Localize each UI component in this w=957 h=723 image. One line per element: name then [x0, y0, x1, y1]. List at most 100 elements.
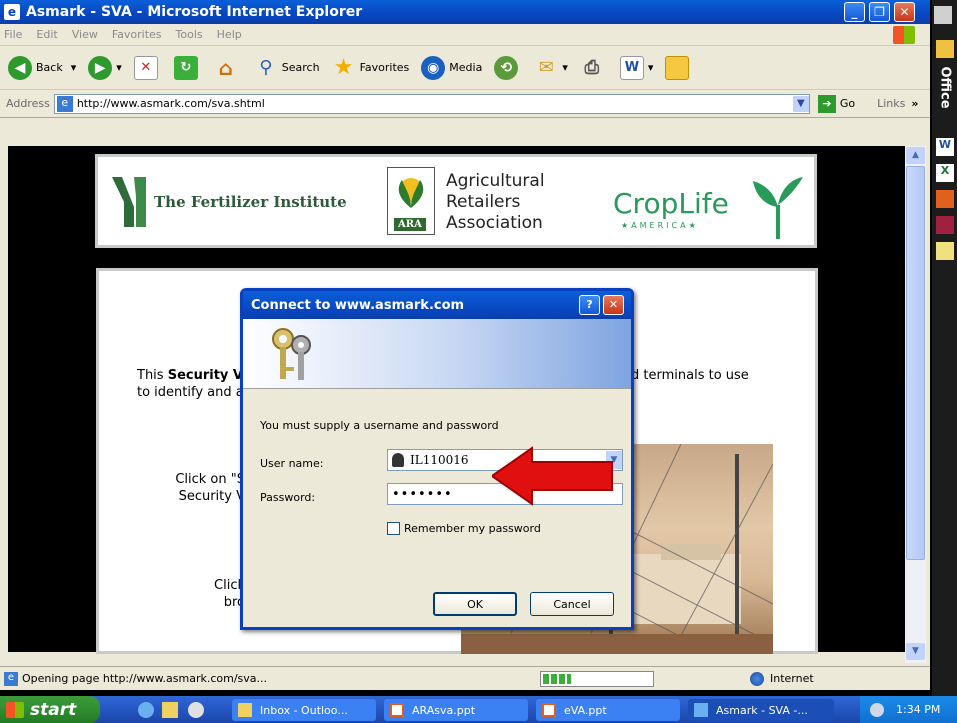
- cancel-button[interactable]: Cancel: [530, 592, 614, 616]
- edit-button[interactable]: W ▾: [619, 55, 653, 80]
- print-button[interactable]: ⎙: [580, 56, 608, 80]
- dialog-banner: [243, 319, 631, 389]
- checkbox-box[interactable]: [387, 522, 400, 535]
- address-dropdown[interactable]: ▼: [792, 95, 809, 112]
- links-button[interactable]: Links: [877, 97, 905, 110]
- scroll-up-button[interactable]: ▲: [906, 147, 925, 164]
- star-icon: ★: [333, 55, 354, 80]
- password-label: Password:: [260, 491, 316, 504]
- favorites-button[interactable]: ★ Favorites: [332, 55, 410, 80]
- media-button[interactable]: ◉ Media: [421, 55, 482, 80]
- remember-password-checkbox[interactable]: Remember my password: [387, 522, 541, 535]
- task-arasva[interactable]: ARAsva.ppt: [384, 699, 528, 721]
- croplife-name: CropLife: [613, 187, 729, 220]
- word-edit-icon: W: [619, 55, 644, 80]
- powerpoint-icon[interactable]: [936, 190, 954, 208]
- address-label: Address: [6, 97, 50, 110]
- menu-bar: File Edit View Favorites Tools Help: [0, 24, 930, 46]
- start-button[interactable]: start: [0, 696, 100, 723]
- window-titlebar[interactable]: e Asmark - SVA - Microsoft Internet Expl…: [0, 0, 930, 24]
- intro-text-left: This Security V to identify and a: [137, 368, 244, 400]
- office-label: Office: [937, 66, 953, 109]
- dialog-titlebar[interactable]: Connect to www.asmark.com: [243, 291, 631, 319]
- user-icon: [392, 453, 404, 467]
- click-instruction-2: Click bro: [214, 578, 245, 610]
- access-icon[interactable]: [936, 216, 954, 234]
- stop-button[interactable]: ✕: [133, 55, 162, 80]
- minimize-button[interactable]: _: [844, 2, 865, 22]
- refresh-button[interactable]: ↻: [173, 55, 202, 80]
- dialog-help-button[interactable]: ?: [579, 295, 600, 315]
- window-title: Asmark - SVA - Microsoft Internet Explor…: [26, 4, 363, 20]
- tfi-name: The Fertilizer Institute: [154, 193, 347, 211]
- menu-tools[interactable]: Tools: [176, 28, 203, 41]
- page-icon: e: [56, 95, 73, 112]
- word-icon[interactable]: W: [936, 138, 954, 156]
- search-button[interactable]: ⚲ Search: [254, 56, 319, 80]
- back-arrow-icon: ◀: [8, 55, 32, 80]
- username-label: User name:: [260, 457, 324, 470]
- progress-bar: [540, 671, 654, 687]
- menu-view[interactable]: View: [72, 28, 98, 41]
- quicklaunch-outlook-icon[interactable]: [162, 702, 178, 718]
- ppt-icon: [390, 703, 404, 717]
- intro-text-right: d terminals to use .: [631, 368, 749, 400]
- windows-flag-icon: [6, 701, 24, 718]
- status-bar: e Opening page http://www.asmark.com/sva…: [0, 666, 930, 690]
- password-value: •••••••: [392, 486, 453, 502]
- menu-favorites[interactable]: Favorites: [112, 28, 162, 41]
- task-asmark[interactable]: Asmark - SVA -...: [688, 699, 834, 721]
- task-inbox[interactable]: Inbox - Outloo...: [232, 699, 376, 721]
- address-url: http://www.asmark.com/sva.shtml: [76, 97, 265, 110]
- back-button[interactable]: ◀ Back ▾: [8, 55, 76, 80]
- tray-network-icon[interactable]: [870, 702, 884, 717]
- status-text: Opening page http://www.asmark.com/sva..…: [22, 672, 268, 685]
- ara-logo-icon: ARA: [387, 167, 435, 235]
- menu-edit[interactable]: Edit: [36, 28, 57, 41]
- menu-help[interactable]: Help: [217, 28, 242, 41]
- office-folder-icon[interactable]: [936, 40, 954, 58]
- home-button[interactable]: ⌂: [214, 56, 242, 80]
- scroll-thumb[interactable]: [906, 166, 925, 560]
- zone-label: Internet: [770, 672, 814, 685]
- history-button[interactable]: ⟲: [494, 55, 522, 80]
- loading-page-icon: e: [4, 671, 18, 686]
- click-instruction-1: Click on "S Security V: [175, 472, 245, 504]
- address-bar: Address e http://www.asmark.com/sva.shtm…: [0, 90, 930, 118]
- croplife-sprout-icon: [753, 175, 803, 239]
- outlook-icon: [238, 703, 252, 717]
- croplife-america: ★AMERICA★: [621, 221, 699, 230]
- ie-logo-icon: e: [4, 4, 20, 20]
- task-eva[interactable]: eVA.ppt: [536, 699, 680, 721]
- media-icon: ◉: [421, 55, 446, 80]
- stop-icon: ✕: [133, 55, 158, 80]
- mail-button[interactable]: ✉ ▾: [534, 56, 568, 80]
- close-button[interactable]: ✕: [894, 2, 915, 22]
- quicklaunch-ie-icon[interactable]: [138, 702, 154, 718]
- office-menu-icon[interactable]: [934, 6, 952, 24]
- ie-icon: [694, 703, 708, 717]
- ok-button[interactable]: OK: [433, 592, 517, 616]
- clock: 1:34 PM: [896, 703, 941, 716]
- scroll-down-button[interactable]: ▼: [906, 643, 925, 660]
- menu-file[interactable]: File: [4, 28, 22, 41]
- forward-button[interactable]: ▶ ▾: [88, 55, 122, 80]
- office-shortcut-bar: Office W X: [932, 0, 957, 696]
- forward-arrow-icon: ▶: [88, 55, 113, 80]
- address-input[interactable]: e http://www.asmark.com/sva.shtml ▼: [53, 93, 810, 114]
- windows-flag-icon: [893, 26, 915, 44]
- chevron-right-icon[interactable]: »: [911, 97, 918, 110]
- history-icon: ⟲: [494, 55, 519, 80]
- vertical-scrollbar[interactable]: ▲ ▼: [905, 146, 926, 663]
- go-button[interactable]: ➔ Go: [817, 94, 855, 113]
- dialog-close-button[interactable]: ✕: [603, 295, 624, 315]
- quicklaunch-desktop-icon[interactable]: [188, 702, 204, 718]
- maximize-button[interactable]: ❐: [869, 2, 890, 22]
- folder-icon: [665, 55, 690, 80]
- ara-name: Agricultural Retailers Association: [446, 171, 545, 233]
- messenger-button[interactable]: [665, 55, 693, 80]
- home-icon: ⌂: [218, 55, 233, 80]
- excel-icon[interactable]: X: [936, 164, 954, 182]
- clip-icon[interactable]: [936, 242, 954, 260]
- printer-icon: ⎙: [584, 57, 600, 78]
